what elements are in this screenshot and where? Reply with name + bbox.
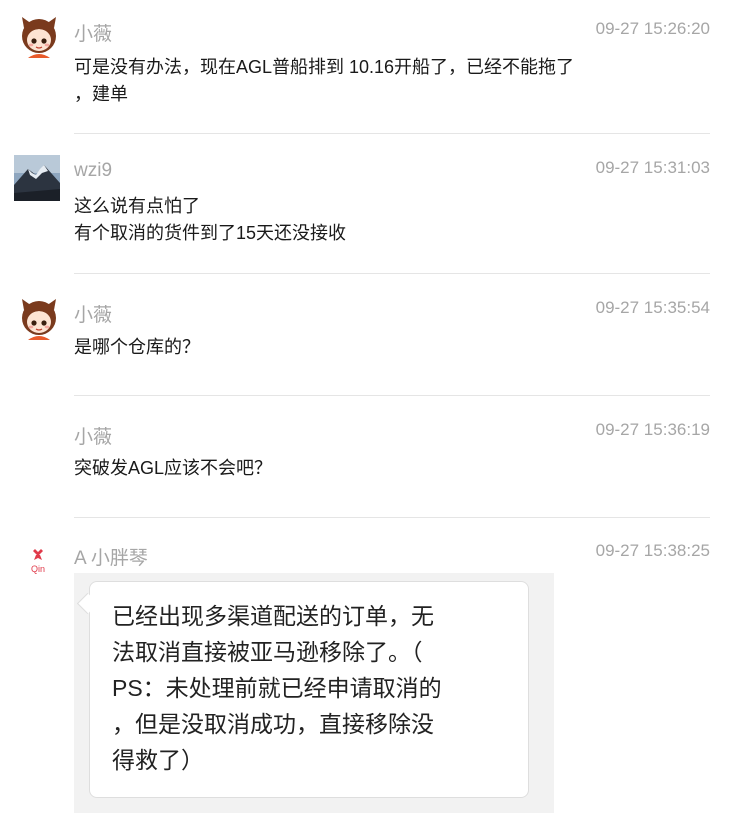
timestamp: 09-27 15:38:25 xyxy=(595,541,710,560)
timestamp: 09-27 15:35:54 xyxy=(595,298,710,317)
message-text: 是哪个仓库的？ xyxy=(74,337,200,357)
quote-panel: 已经出现多渠道配送的订单，无 法取消直接被亚马逊移除了。（ PS：未处理前就已经… xyxy=(74,573,554,813)
quote-text: 已经出现多渠道配送的订单，无 法取消直接被亚马逊移除了。（ PS：未处理前就已经… xyxy=(112,603,442,773)
quote-bubble: 已经出现多渠道配送的订单，无 法取消直接被亚马逊移除了。（ PS：未处理前就已经… xyxy=(89,581,529,798)
divider xyxy=(74,395,710,396)
avatar-mountain-photo[interactable] xyxy=(14,155,60,201)
sender-name[interactable]: A 小胖琴 xyxy=(74,543,148,570)
divider xyxy=(74,517,710,518)
avatar-qin-logo[interactable]: Qin xyxy=(16,540,62,586)
message-text: 突破发AGL应该不会吧？ xyxy=(74,458,273,478)
sender-name[interactable]: wzi9 xyxy=(74,160,112,182)
sender-name[interactable]: 小薇 xyxy=(74,422,112,449)
divider xyxy=(74,133,710,134)
avatar-cartoon-girl[interactable] xyxy=(16,14,62,60)
timestamp: 09-27 15:36:19 xyxy=(595,420,710,439)
sender-name[interactable]: 小薇 xyxy=(74,300,112,327)
divider xyxy=(74,273,710,274)
message-text: 可是没有办法，现在AGL普船排到 10.16开船了，已经不能拖了 ，建单 xyxy=(74,57,575,104)
timestamp: 09-27 15:31:03 xyxy=(595,158,710,177)
avatar-cartoon-girl[interactable] xyxy=(16,296,62,342)
message-text: 这么说有点怕了 有个取消的货件到了15天还没接收 xyxy=(74,196,347,243)
timestamp: 09-27 15:26:20 xyxy=(595,19,710,38)
sender-name[interactable]: 小薇 xyxy=(74,19,112,46)
qin-logo-text: Qin xyxy=(31,564,45,574)
